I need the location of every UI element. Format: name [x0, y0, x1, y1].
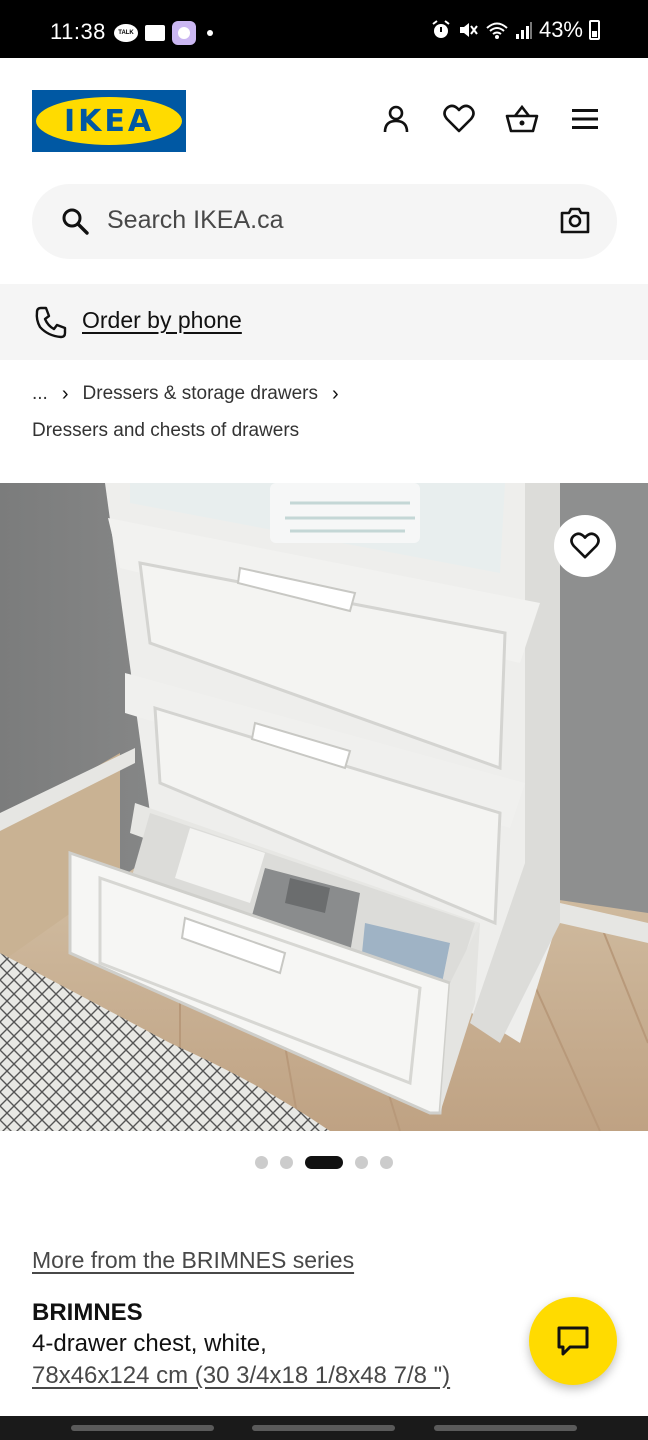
basket-icon[interactable]: [505, 102, 539, 136]
breadcrumb-current[interactable]: Dressers and chests of drawers: [32, 420, 339, 442]
carousel-dot[interactable]: [280, 1156, 293, 1169]
nav-back-button[interactable]: [434, 1425, 577, 1431]
series-link[interactable]: More from the BRIMNES series: [32, 1247, 354, 1274]
breadcrumb-ellipsis[interactable]: ...: [32, 383, 48, 405]
mute-icon: [459, 23, 478, 37]
site-header: IKEA: [0, 58, 648, 182]
account-icon[interactable]: [379, 102, 413, 136]
app-icon: [172, 21, 196, 45]
chevron-right-icon: ›: [61, 382, 69, 405]
heart-icon[interactable]: [442, 102, 476, 136]
dot-icon: [207, 30, 213, 36]
talk-icon: TALK: [114, 24, 138, 42]
camera-icon[interactable]: [559, 204, 591, 236]
image-carousel-indicator: [0, 1156, 648, 1169]
folder-icon: [145, 25, 165, 41]
product-name: BRIMNES: [32, 1299, 143, 1326]
system-icons: 43%: [431, 17, 600, 43]
order-by-phone-link[interactable]: Order by phone: [82, 307, 242, 334]
nav-recent-button[interactable]: [71, 1425, 214, 1431]
signal-icon: [515, 22, 532, 39]
save-to-favorites-button[interactable]: [554, 515, 616, 577]
product-dimensions-link[interactable]: 78x46x124 cm (30 3/4x18 1/8x48 7/8 "): [32, 1362, 450, 1390]
chat-icon: [557, 1326, 589, 1356]
status-time: 11:38: [50, 19, 106, 44]
carousel-dot-active[interactable]: [305, 1156, 343, 1169]
search-icon: [62, 208, 89, 235]
system-navigation-bar: [0, 1416, 648, 1440]
order-by-phone-bar[interactable]: Order by phone: [0, 284, 648, 360]
chevron-right-icon: ›: [331, 382, 339, 405]
product-description: 4-drawer chest, white,: [32, 1330, 267, 1357]
product-image[interactable]: [0, 483, 648, 1131]
logo-text: IKEA: [63, 103, 155, 139]
status-bar: 11:38 TALK 43%: [0, 0, 648, 58]
carousel-dot[interactable]: [380, 1156, 393, 1169]
wifi-icon: [486, 22, 508, 39]
heart-icon: [570, 532, 600, 559]
breadcrumb-parent-link[interactable]: Dressers & storage drawers: [83, 383, 318, 405]
notification-icons: TALK: [114, 21, 213, 45]
chat-button[interactable]: [529, 1297, 617, 1385]
battery-icon: [589, 20, 600, 40]
battery-percent: 43%: [538, 17, 583, 42]
menu-icon[interactable]: [568, 102, 602, 136]
search-input[interactable]: Search IKEA.ca: [32, 184, 617, 259]
dresser-photo: [0, 483, 648, 1131]
carousel-dot[interactable]: [255, 1156, 268, 1169]
carousel-dot[interactable]: [355, 1156, 368, 1169]
search-placeholder: Search IKEA.ca: [107, 206, 284, 234]
phone-icon: [35, 306, 67, 339]
alarm-icon: [432, 20, 450, 38]
breadcrumb: ... › Dressers & storage drawers › Dress…: [32, 382, 339, 442]
ikea-logo[interactable]: IKEA: [32, 90, 186, 152]
nav-home-button[interactable]: [252, 1425, 395, 1431]
